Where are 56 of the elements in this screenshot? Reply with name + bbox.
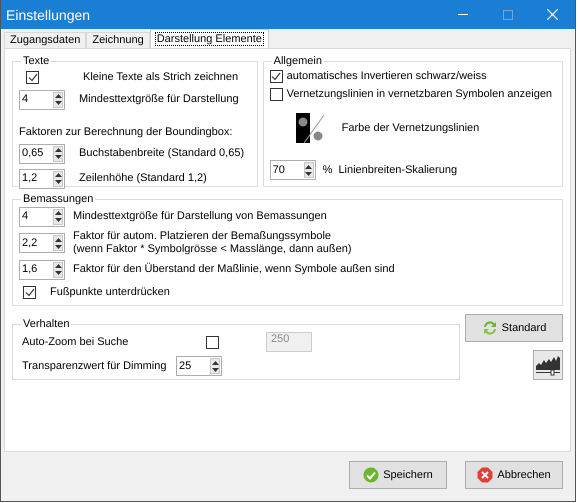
spin-arrows-icon[interactable] [53, 208, 63, 224]
histogram-icon [536, 354, 560, 376]
checkbox-label: Vernetzungslinien in vernetzbaren Symbolen anzeigen [286, 88, 552, 100]
window-title: Einstellungen [5, 6, 92, 22]
field-label: Transparenzwert für Dimming [22, 360, 168, 372]
field-label: Farbe der Vernetzungslinien [342, 122, 480, 134]
field-label: Buchstabenbreite (Standard 0,65) [79, 147, 244, 160]
field-label: Zeilenhöhe (Standard 1,2) [79, 172, 207, 185]
group-title: Texte [22, 55, 50, 67]
spin-arrows-icon[interactable] [210, 358, 220, 374]
standard-button[interactable]: Standard [465, 314, 563, 342]
tab[interactable]: Zugangsdaten [4, 32, 86, 48]
line-color-icon[interactable] [296, 113, 326, 143]
tab[interactable]: Darstellung Elemente [150, 29, 269, 48]
spin-arrows-icon[interactable] [53, 170, 63, 186]
unit-label: % [322, 164, 332, 176]
dialog-button[interactable]: Speichern [349, 461, 447, 489]
number-spinner[interactable]: 0,65 [19, 144, 65, 164]
dialog-button[interactable]: Abbrechen [465, 461, 563, 489]
checkbox-label: Fußpunkte unterdrücken [50, 286, 170, 298]
group-title: Verhalten [22, 318, 70, 330]
spin-arrows-icon[interactable] [53, 262, 63, 278]
group-title: Bemassungen [22, 193, 94, 205]
minimize-icon[interactable] [458, 14, 468, 15]
checkmark-icon [363, 467, 380, 483]
checkbox[interactable] [270, 70, 283, 82]
checkbox[interactable] [26, 70, 39, 84]
field-label: Linienbreiten-Skalierung [338, 164, 458, 176]
number-spinner[interactable]: 1,6 [19, 260, 65, 280]
cancel-icon [477, 467, 494, 483]
spin-arrows-icon[interactable] [53, 146, 63, 162]
spin-arrows-icon[interactable] [53, 235, 63, 251]
section-heading: Faktoren zur Berechnung der Boundingbox: [19, 126, 232, 138]
histogram-button[interactable] [533, 350, 563, 380]
checkbox[interactable] [270, 88, 283, 100]
spin-arrows-icon[interactable] [304, 162, 314, 178]
number-spinner[interactable]: 4 [19, 90, 65, 110]
tab[interactable]: Zeichnung [86, 32, 150, 48]
group-title: Allgemein [272, 55, 323, 67]
number-spinner[interactable]: 4 [19, 206, 65, 226]
field-label: Faktor für autom. Platzieren der Bemaßungssymbole [73, 230, 332, 243]
number-spinner[interactable]: 70 [270, 160, 316, 180]
number-spinner[interactable]: 1,2 [19, 168, 65, 188]
checkbox[interactable] [23, 286, 36, 298]
close-icon[interactable] [547, 9, 558, 20]
field-label: Faktor für den Überstand der Maßlinie, wenn Symbole außen sind [73, 263, 395, 276]
field-label: Auto-Zoom bei Suche [22, 336, 130, 348]
field-label: Mindesttextgröße für Darstellung [79, 93, 239, 106]
refresh-icon [482, 320, 498, 336]
number-spinner[interactable]: 2,2 [19, 233, 65, 253]
number-spinner[interactable]: 25 [176, 356, 222, 376]
field-label: Mindesttextgröße für Darstellung von Bemassungen [73, 210, 327, 223]
checkbox-label: Kleine Texte als Strich zeichnen [83, 71, 238, 83]
checkbox-label: automatisches Invertieren schwarz/weiss [286, 70, 487, 82]
field-note: (wenn Faktor * Symbolgrösse < Masslänge, dann außen) [73, 243, 352, 256]
spin-arrows-icon[interactable] [53, 92, 63, 108]
